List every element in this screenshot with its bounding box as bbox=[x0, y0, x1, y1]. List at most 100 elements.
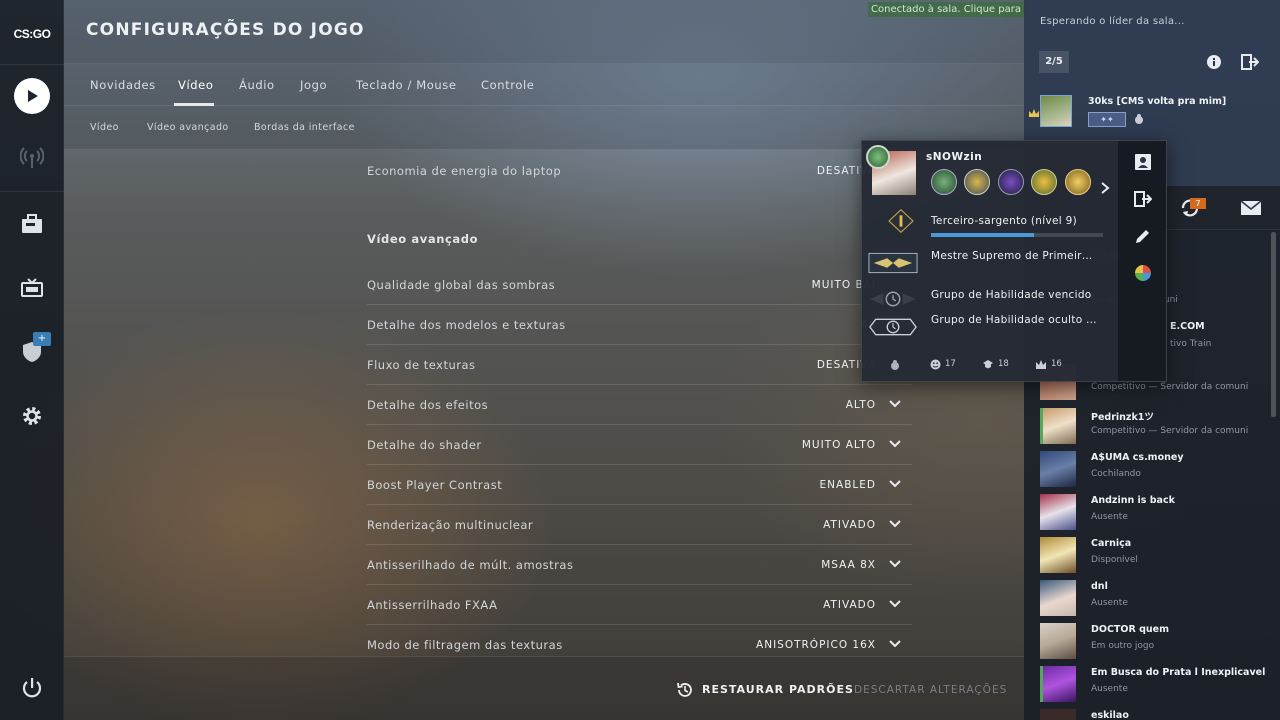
setting-row-models[interactable]: Detalhe dos modelos e texturas AL bbox=[367, 305, 912, 345]
leave-lobby-icon[interactable] bbox=[1134, 190, 1152, 208]
list-item[interactable]: dnl Ausente bbox=[1040, 580, 1280, 623]
tab-jogo[interactable]: Jogo bbox=[300, 78, 327, 92]
tab-audio[interactable]: Áudio bbox=[239, 78, 275, 92]
broadcast-icon[interactable] bbox=[14, 140, 50, 176]
power-icon[interactable] bbox=[14, 670, 50, 706]
list-item[interactable]: Pedrinzk1ツ Competitivo — Servidor da com… bbox=[1040, 408, 1280, 451]
avatar bbox=[1040, 666, 1076, 702]
chevron-right-icon[interactable] bbox=[1100, 181, 1110, 195]
setting-label: Detalhe dos modelos e texturas bbox=[367, 318, 566, 332]
setting-value: MSAA 8X bbox=[821, 559, 876, 571]
tab-controle[interactable]: Controle bbox=[481, 78, 534, 92]
list-item[interactable]: A$UMA cs.money Cochilando bbox=[1040, 451, 1280, 494]
setting-value: ALTO bbox=[845, 399, 876, 411]
avatar[interactable] bbox=[1040, 95, 1072, 127]
settings-footer: RESTAURAR PADRÕES DESCARTAR ALTERAÇÕES bbox=[64, 656, 1024, 720]
bug-icon bbox=[1135, 114, 1143, 124]
edit-icon[interactable] bbox=[1134, 227, 1152, 245]
group-hidden-label: Grupo de Habilidade oculto … bbox=[931, 314, 1097, 326]
subtab-video-avancado[interactable]: Vídeo avançado bbox=[147, 122, 229, 133]
tv-icon[interactable] bbox=[14, 270, 50, 306]
setting-row-effects[interactable]: Detalhe dos efeitos ALTO bbox=[367, 385, 912, 425]
lobby-count: 2/5 bbox=[1039, 51, 1069, 73]
friends-scrollbar[interactable] bbox=[1271, 232, 1276, 417]
mail-icon[interactable] bbox=[1240, 200, 1262, 216]
lobby-status: Esperando o líder da sala... bbox=[1040, 16, 1185, 27]
avatar bbox=[1040, 709, 1076, 720]
tab-novidades[interactable]: Novidades bbox=[90, 78, 156, 92]
setting-row-msaa[interactable]: Antisserilhado de múlt. amostras MSAA 8X bbox=[367, 545, 912, 585]
subtab-video[interactable]: Vídeo bbox=[90, 122, 119, 133]
profile-card-icon[interactable] bbox=[1134, 153, 1152, 171]
list-item[interactable]: eskilao bbox=[1040, 709, 1280, 720]
play-icon bbox=[14, 78, 50, 114]
tab-teclado-mouse[interactable]: Teclado / Mouse bbox=[356, 78, 457, 92]
profile-popup: sNOWzin Terceiro-sargento (nível 9) Mest… bbox=[861, 140, 1167, 382]
list-item[interactable]: Carniça Disponível bbox=[1040, 537, 1280, 580]
rank-badge: ✦✦ bbox=[1088, 112, 1126, 127]
setting-row-multicore[interactable]: Renderização multinuclear ATIVADO bbox=[367, 505, 912, 545]
member-name[interactable]: 30ks [CMS volta pra mim] bbox=[1088, 96, 1226, 107]
setting-row-fxaa[interactable]: Antisserrilhado FXAA ATIVADO bbox=[367, 585, 912, 625]
popup-action-bar bbox=[1118, 141, 1166, 381]
friend-name: eskilao bbox=[1091, 710, 1129, 720]
setting-row-shadows[interactable]: Qualidade global das sombras MUITO BAI bbox=[367, 265, 912, 305]
friendly-count: 17 bbox=[945, 359, 956, 369]
list-item[interactable]: DOCTOR quem Em outro jogo bbox=[1040, 623, 1280, 666]
coin-medal-icon bbox=[998, 169, 1024, 195]
play-button[interactable] bbox=[14, 78, 50, 114]
info-icon[interactable] bbox=[1206, 54, 1222, 70]
online-indicator bbox=[1040, 408, 1043, 444]
color-wheel-icon[interactable] bbox=[1134, 264, 1152, 282]
subtab-bordas[interactable]: Bordas da interface bbox=[254, 122, 355, 133]
friend-name: dnl bbox=[1091, 581, 1108, 592]
discard-changes-button[interactable]: DESCARTAR ALTERAÇÕES bbox=[854, 684, 1007, 696]
setting-row-texture-filter[interactable]: Modo de filtragem das texturas ANISOTRÓP… bbox=[367, 625, 912, 656]
leader-count: 16 bbox=[1051, 359, 1062, 369]
leader-icon[interactable] bbox=[1035, 359, 1047, 370]
gear-icon[interactable] bbox=[14, 398, 50, 434]
chevron-down-icon[interactable] bbox=[888, 517, 902, 531]
restore-defaults-button[interactable]: RESTAURAR PADRÕES bbox=[702, 683, 854, 696]
setting-row[interactable]: Economia de energia do laptop DESATIVA bbox=[367, 150, 912, 190]
chevron-down-icon[interactable] bbox=[888, 597, 902, 611]
chevron-down-icon[interactable] bbox=[888, 477, 902, 491]
nav-divider bbox=[0, 191, 64, 192]
teacher-icon[interactable] bbox=[982, 359, 994, 370]
report-icon[interactable] bbox=[889, 359, 901, 371]
setting-row-texture-stream[interactable]: Fluxo de texturas DESATIVA bbox=[367, 345, 912, 385]
setting-row-shader[interactable]: Detalhe do shader MUITO ALTO bbox=[367, 425, 912, 465]
chevron-down-icon[interactable] bbox=[888, 637, 902, 651]
avatar bbox=[1040, 408, 1076, 444]
service-medal-icon bbox=[866, 145, 890, 169]
list-item[interactable]: Em Busca do Prata l Inexplicavel Ausente bbox=[1040, 666, 1280, 709]
coin-medal-icon bbox=[931, 169, 957, 195]
friend-status: Competitivo — Servidor da comuni bbox=[1091, 382, 1249, 392]
friend-status: Ausente bbox=[1091, 684, 1128, 694]
chevron-down-icon[interactable] bbox=[888, 397, 902, 411]
csgo-logo[interactable]: CS:GO bbox=[0, 14, 64, 54]
xp-progress-bar bbox=[931, 233, 1103, 237]
chevron-down-icon[interactable] bbox=[888, 557, 902, 571]
friend-status: Em outro jogo bbox=[1091, 641, 1155, 651]
friend-status: Disponível bbox=[1091, 555, 1138, 565]
coin-medal-icon bbox=[1031, 169, 1057, 195]
profile-name: sNOWzin bbox=[926, 151, 983, 163]
chevron-down-icon[interactable] bbox=[888, 437, 902, 451]
setting-label: Qualidade global das sombras bbox=[367, 278, 556, 292]
group-expired-label: Grupo de Habilidade vencido bbox=[931, 289, 1092, 301]
friendly-icon[interactable] bbox=[930, 359, 941, 370]
xp-progress-fill bbox=[931, 233, 1035, 237]
setting-value: ATIVADO bbox=[823, 519, 876, 531]
list-item[interactable]: Andzinn is back Ausente bbox=[1040, 494, 1280, 537]
friend-name: A$UMA cs.money bbox=[1091, 452, 1184, 463]
online-indicator bbox=[1040, 666, 1043, 702]
friend-name: DOCTOR quem bbox=[1091, 624, 1170, 635]
inventory-icon[interactable] bbox=[14, 206, 50, 242]
leave-lobby-icon[interactable] bbox=[1241, 53, 1259, 71]
setting-value: ATIVADO bbox=[823, 599, 876, 611]
setting-value: ANISOTRÓPICO 16X bbox=[756, 639, 876, 651]
setting-row-boost-contrast[interactable]: Boost Player Contrast ENABLED bbox=[367, 465, 912, 505]
connection-banner[interactable]: Conectado à sala. Clique para bbox=[868, 2, 1028, 17]
tab-video[interactable]: Vídeo bbox=[178, 78, 213, 92]
